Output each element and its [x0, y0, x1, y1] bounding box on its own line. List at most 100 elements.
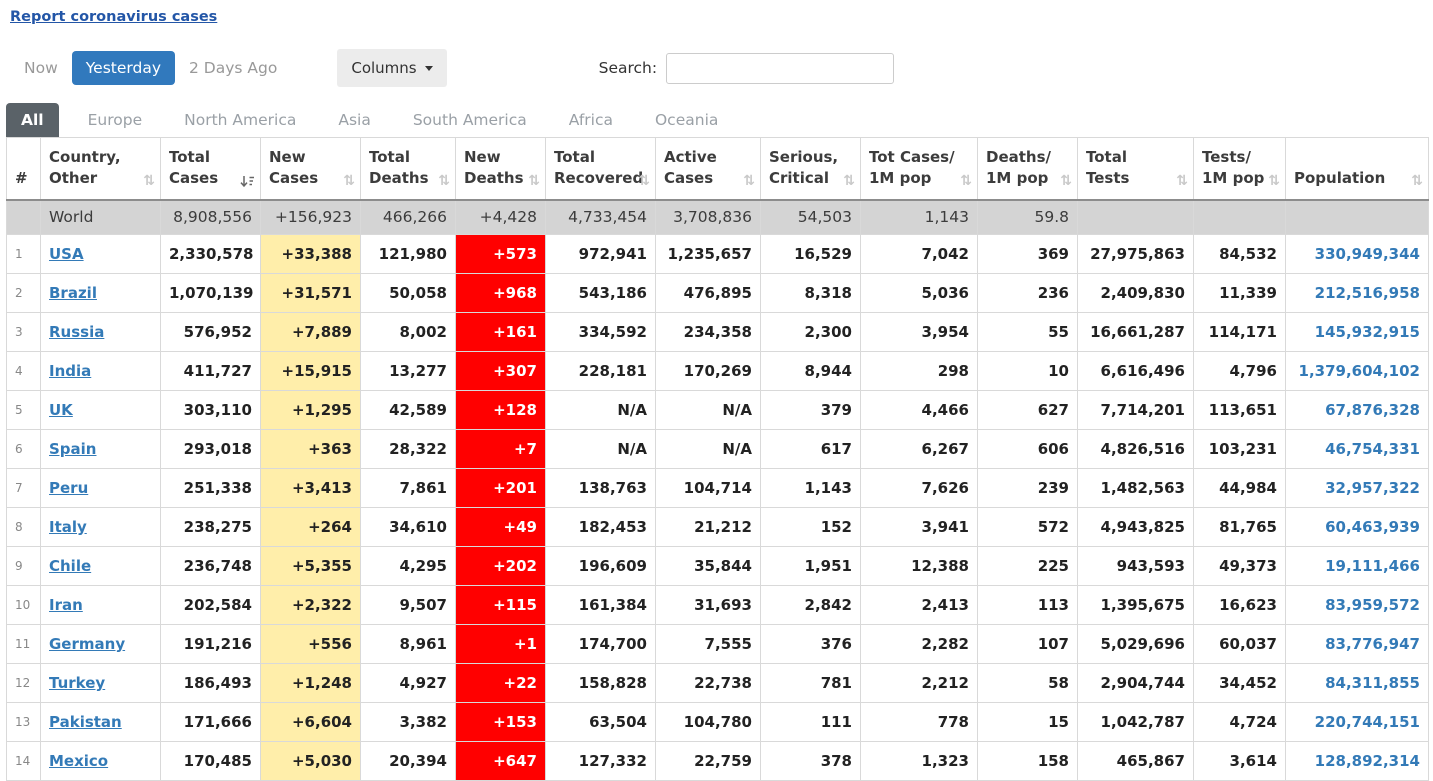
country-link[interactable]: Brazil: [49, 284, 97, 302]
population-cell[interactable]: 32,957,322: [1285, 468, 1429, 508]
total_recovered-cell: 174,700: [545, 624, 656, 664]
col-header-total_cases[interactable]: Total Cases: [160, 137, 261, 201]
col-header-total_tests[interactable]: Total Tests ⇅: [1077, 137, 1194, 201]
continent-tab-asia[interactable]: Asia: [323, 103, 385, 137]
continent-tab-all[interactable]: All: [6, 103, 59, 137]
country-link[interactable]: Pakistan: [49, 713, 122, 731]
new_cases-cell: +264: [260, 507, 361, 547]
new_deaths-cell: +115: [455, 585, 546, 625]
table-row: 11 Germany 191,216 +556 8,961 +1 174,700 7,555 3…: [6, 624, 1429, 664]
table-row: 13 Pakistan 171,666 +6,604 3,382 +153 63,504 10…: [6, 702, 1429, 742]
report-cases-link[interactable]: Report coronavirus cases: [10, 9, 217, 25]
country-link[interactable]: Germany: [49, 635, 125, 653]
sort-icon: ⇅: [1060, 173, 1072, 189]
population-cell[interactable]: 83,776,947: [1285, 624, 1429, 664]
serious_critical-cell: 1,951: [760, 546, 861, 586]
col-header-total_deaths[interactable]: Total Deaths ⇅: [360, 137, 456, 201]
serious_critical-cell: 379: [760, 390, 861, 430]
country-link[interactable]: India: [49, 362, 91, 380]
new_cases-cell: +363: [260, 429, 361, 469]
serious_critical-cell: 152: [760, 507, 861, 547]
country-link[interactable]: Turkey: [49, 674, 105, 692]
total_deaths-cell: 3,382: [360, 702, 456, 742]
country-link[interactable]: Iran: [49, 596, 83, 614]
col-header-population[interactable]: Population ⇅: [1285, 137, 1429, 201]
country-link[interactable]: Spain: [49, 440, 96, 458]
columns-button[interactable]: Columns: [337, 49, 447, 87]
population-cell[interactable]: 330,949,344: [1285, 234, 1429, 274]
deaths_1m-cell: 59.8: [977, 199, 1078, 235]
cases_1m-cell: 5,036: [860, 273, 978, 313]
tests_1m-cell: 84,532: [1193, 234, 1286, 274]
country-link[interactable]: Italy: [49, 518, 87, 536]
continent-tab-north-america[interactable]: North America: [169, 103, 311, 137]
population-cell[interactable]: 220,744,151: [1285, 702, 1429, 742]
population-cell[interactable]: 145,932,915: [1285, 312, 1429, 352]
time-tab-now[interactable]: Now: [10, 51, 72, 85]
country-link[interactable]: Peru: [49, 479, 88, 497]
col-header-serious_critical[interactable]: Serious, Critical ⇅: [760, 137, 861, 201]
total_deaths-cell: 9,507: [360, 585, 456, 625]
tests_1m-cell: 4,796: [1193, 351, 1286, 391]
total_deaths-cell: 121,980: [360, 234, 456, 274]
total_tests-cell: 1,395,675: [1077, 585, 1194, 625]
rank-cell: [6, 199, 41, 235]
population-cell[interactable]: 67,876,328: [1285, 390, 1429, 430]
continent-tabs: All Europe North America Asia South America A…: [6, 103, 1433, 137]
serious_critical-cell: 2,300: [760, 312, 861, 352]
new_deaths-cell: +161: [455, 312, 546, 352]
cases_1m-cell: 12,388: [860, 546, 978, 586]
col-header-new_cases[interactable]: New Cases ⇅: [260, 137, 361, 201]
table-row: 1 USA 2,330,578 +33,388 121,980 +573 972,941 1,…: [6, 234, 1429, 274]
total_recovered-cell: 63,504: [545, 702, 656, 742]
continent-tab-africa[interactable]: Africa: [554, 103, 628, 137]
total_cases-cell: 171,666: [160, 702, 261, 742]
col-header-new_deaths[interactable]: New Deaths ⇅: [455, 137, 546, 201]
col-header-active_cases[interactable]: Active Cases ⇅: [655, 137, 761, 201]
col-header-cases_1m[interactable]: Tot Cases/1M pop ⇅: [860, 137, 978, 201]
cases_1m-cell: 7,042: [860, 234, 978, 274]
search-input[interactable]: [666, 52, 895, 84]
country-link[interactable]: UK: [49, 401, 73, 419]
toolbar: Now Yesterday 2 Days Ago Columns Search:: [10, 49, 1433, 87]
col-header-rank[interactable]: #: [6, 137, 41, 201]
col-header-total_recovered[interactable]: Total Recovered ⇅: [545, 137, 656, 201]
population-cell[interactable]: 83,959,572: [1285, 585, 1429, 625]
continent-tab-europe[interactable]: Europe: [73, 103, 158, 137]
serious_critical-cell: 1,143: [760, 468, 861, 508]
col-header-tests_1m[interactable]: Tests/1M pop ⇅: [1193, 137, 1286, 201]
total_recovered-cell: 161,384: [545, 585, 656, 625]
time-tab-yesterday[interactable]: Yesterday: [71, 51, 176, 85]
total_recovered-cell: 334,592: [545, 312, 656, 352]
world-row: World 8,908,556 +156,923 466,266 +4,428 4,733…: [6, 199, 1429, 235]
population-cell[interactable]: 1,379,604,102: [1285, 351, 1429, 391]
new_deaths-cell: +22: [455, 663, 546, 703]
country-link[interactable]: Russia: [49, 323, 104, 341]
population-cell[interactable]: 212,516,958: [1285, 273, 1429, 313]
tests_1m-cell: 16,623: [1193, 585, 1286, 625]
population-cell[interactable]: 84,311,855: [1285, 663, 1429, 703]
population-cell[interactable]: 60,463,939: [1285, 507, 1429, 547]
deaths_1m-cell: 58: [977, 663, 1078, 703]
total_recovered-cell: 158,828: [545, 663, 656, 703]
col-header-country[interactable]: Country, Other ⇅: [40, 137, 161, 201]
continent-tab-south-america[interactable]: South America: [398, 103, 542, 137]
population-cell[interactable]: 19,111,466: [1285, 546, 1429, 586]
rank-cell: 6: [6, 429, 41, 469]
country-cell: Brazil: [40, 273, 161, 313]
country-link[interactable]: USA: [49, 245, 84, 263]
caret-down-icon: [424, 65, 433, 71]
tests_1m-cell: 103,231: [1193, 429, 1286, 469]
country-link[interactable]: Chile: [49, 557, 91, 575]
continent-tab-oceania[interactable]: Oceania: [640, 103, 733, 137]
total_cases-cell: 236,748: [160, 546, 261, 586]
new_cases-cell: +33,388: [260, 234, 361, 274]
total_cases-cell: 8,908,556: [160, 199, 261, 235]
total_deaths-cell: 28,322: [360, 429, 456, 469]
total_tests-cell: 2,904,744: [1077, 663, 1194, 703]
time-tab-2-days-ago[interactable]: 2 Days Ago: [175, 51, 291, 85]
total_tests-cell: 4,943,825: [1077, 507, 1194, 547]
country-link[interactable]: Mexico: [49, 752, 108, 770]
population-cell[interactable]: 46,754,331: [1285, 429, 1429, 469]
col-header-deaths_1m[interactable]: Deaths/1M pop ⇅: [977, 137, 1078, 201]
